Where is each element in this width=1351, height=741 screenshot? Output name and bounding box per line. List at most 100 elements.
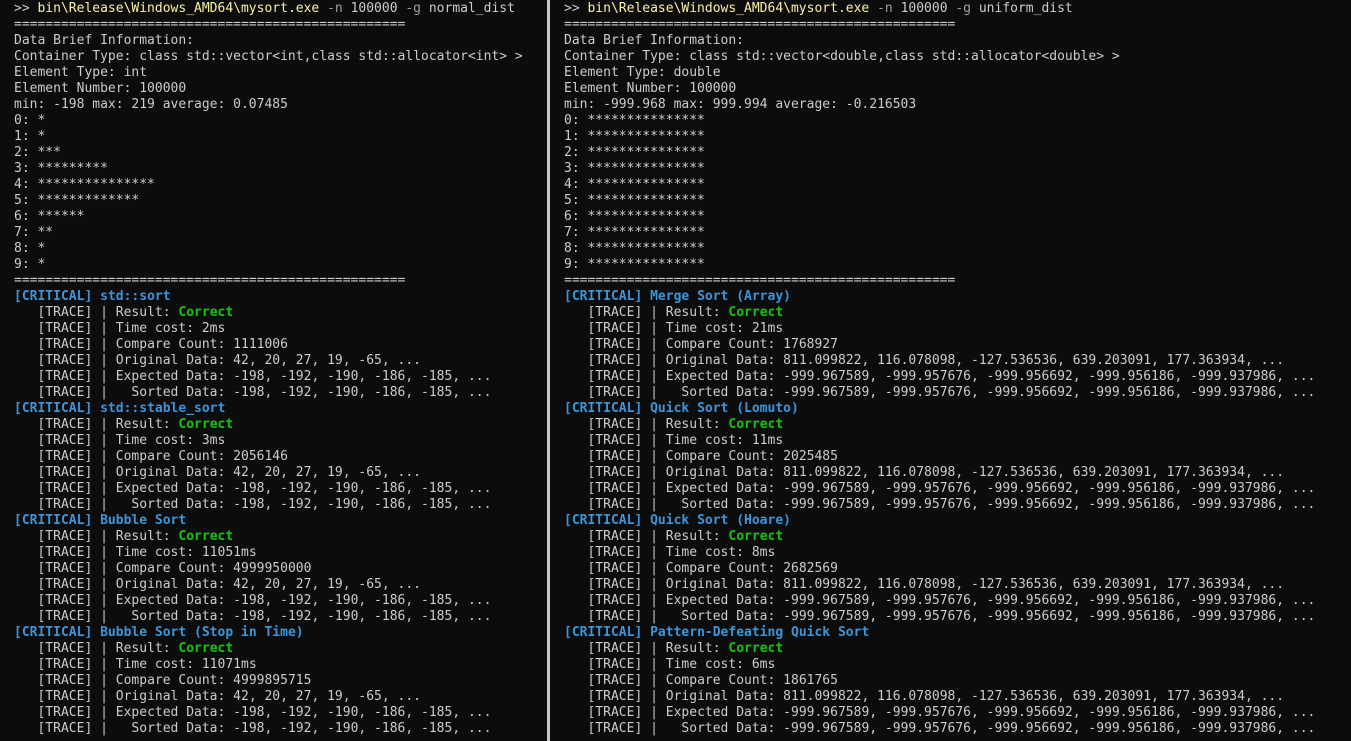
histogram-text: 1: *************** [564, 129, 705, 144]
trace-label: | Sorted Data: [100, 609, 234, 624]
command-executable: bin\Release\Windows_AMD64\mysort.exe [37, 1, 320, 16]
histogram-text: 0: *************** [564, 113, 705, 128]
info-text: Element Type: int [14, 65, 148, 80]
trace-label: | Original Data: [100, 465, 234, 480]
trace-label: | Expected Data: [650, 369, 784, 384]
trace-line: [TRACE] | Time cost: 11051ms [14, 545, 523, 561]
histogram-text: 4: *************** [14, 177, 155, 192]
command-value: uniform_dist [978, 1, 1073, 16]
trace-tag: [TRACE] [587, 497, 643, 512]
trace-label: | Time cost: [650, 657, 752, 672]
trace-line: [TRACE] | Compare Count: 2056146 [14, 449, 523, 465]
trace-tag: [TRACE] [587, 673, 643, 688]
trace-value: -198, -192, -190, -186, -185, ... [233, 593, 492, 608]
command-flag: -g [955, 1, 972, 16]
command-value: 100000 [350, 1, 398, 16]
algorithm-name: std::stable_sort [100, 401, 226, 416]
histogram-row: 3: *************** [564, 161, 1315, 177]
trace-value: Correct [728, 641, 784, 656]
command-line: >> bin\Release\Windows_AMD64\mysort.exe … [14, 1, 523, 17]
trace-value: -999.967589, -999.957676, -999.956692, -… [783, 497, 1316, 512]
trace-label: | Expected Data: [100, 369, 234, 384]
algorithm-name: Bubble Sort (Stop in Time) [100, 625, 304, 640]
trace-line: [TRACE] | Compare Count: 1111006 [14, 337, 523, 353]
info-line: Data Brief Information: [564, 33, 1315, 49]
trace-value: -999.967589, -999.957676, -999.956692, -… [783, 705, 1316, 720]
trace-label: | Time cost: [100, 433, 202, 448]
trace-label: | Original Data: [100, 353, 234, 368]
histogram-text: 0: * [14, 113, 46, 128]
trace-value: 11071ms [201, 657, 257, 672]
trace-value: 2025485 [783, 449, 838, 464]
trace-line: [TRACE] | Original Data: 811.099822, 116… [564, 577, 1315, 593]
trace-value: Correct [728, 529, 784, 544]
histogram-row: 6: ****** [14, 209, 523, 225]
trace-value: Correct [728, 305, 784, 320]
trace-line: [TRACE] | Result: Correct [14, 529, 523, 545]
info-line: Container Type: class std::vector<double… [564, 49, 1315, 65]
info-text: Element Number: 100000 [564, 81, 737, 96]
trace-line: [TRACE] | Result: Correct [564, 417, 1315, 433]
result-header: [CRITICAL] std::stable_sort [14, 401, 523, 417]
histogram-row: 3: ********* [14, 161, 523, 177]
prompt: >> [564, 1, 588, 16]
histogram-row: 7: ** [14, 225, 523, 241]
trace-tag: [TRACE] [587, 465, 643, 480]
terminal-pane-right[interactable]: >> bin\Release\Windows_AMD64\mysort.exe … [550, 0, 1351, 741]
trace-label: | Time cost: [100, 321, 202, 336]
trace-value: 42, 20, 27, 19, -65, ... [233, 689, 422, 704]
histogram-text: 9: * [14, 257, 46, 272]
trace-value: -999.967589, -999.957676, -999.956692, -… [783, 385, 1316, 400]
result-header: [CRITICAL] Quick Sort (Hoare) [564, 513, 1315, 529]
terminal-output: >> bin\Release\Windows_AMD64\mysort.exe … [14, 1, 523, 737]
histogram-text: 6: ****** [14, 209, 85, 224]
histogram-row: 6: *************** [564, 209, 1315, 225]
histogram-text: 5: *************** [564, 193, 705, 208]
trace-line: [TRACE] | Expected Data: -198, -192, -19… [14, 369, 523, 385]
trace-line: [TRACE] | Expected Data: -198, -192, -19… [14, 593, 523, 609]
result-header: [CRITICAL] Bubble Sort (Stop in Time) [14, 625, 523, 641]
info-text: Container Type: class std::vector<int,cl… [14, 49, 523, 64]
trace-line: [TRACE] | Sorted Data: -999.967589, -999… [564, 497, 1315, 513]
trace-label: | Result: [650, 641, 729, 656]
separator: ========================================… [564, 17, 956, 32]
info-line: min: -999.968 max: 999.994 average: -0.2… [564, 97, 1315, 113]
trace-value: 21ms [751, 321, 784, 336]
info-text: min: -198 max: 219 average: 0.07485 [14, 97, 288, 112]
result-header: [CRITICAL] Bubble Sort [14, 513, 523, 529]
terminal-pane-left[interactable]: >> bin\Release\Windows_AMD64\mysort.exe … [0, 0, 547, 741]
trace-line: [TRACE] | Compare Count: 2682569 [564, 561, 1315, 577]
trace-value: 8ms [751, 545, 776, 560]
trace-value: 11ms [751, 433, 784, 448]
trace-value: 42, 20, 27, 19, -65, ... [233, 577, 422, 592]
critical-tag: [CRITICAL] [564, 289, 643, 304]
trace-line: [TRACE] | Time cost: 21ms [564, 321, 1315, 337]
trace-value: 811.099822, 116.078098, -127.536536, 639… [783, 577, 1285, 592]
trace-line: [TRACE] | Sorted Data: -198, -192, -190,… [14, 497, 523, 513]
trace-label: | Result: [100, 305, 179, 320]
trace-value: 2056146 [233, 449, 288, 464]
trace-value: 1768927 [783, 337, 838, 352]
trace-label: | Time cost: [650, 321, 752, 336]
prompt: >> [14, 1, 38, 16]
trace-tag: [TRACE] [37, 433, 93, 448]
trace-tag: [TRACE] [587, 545, 643, 560]
histogram-row: 9: *************** [564, 257, 1315, 273]
trace-line: [TRACE] | Original Data: 811.099822, 116… [564, 689, 1315, 705]
trace-line: [TRACE] | Result: Correct [564, 529, 1315, 545]
trace-tag: [TRACE] [587, 657, 643, 672]
trace-tag: [TRACE] [37, 705, 93, 720]
command-executable: bin\Release\Windows_AMD64\mysort.exe [587, 1, 870, 16]
critical-tag: [CRITICAL] [564, 513, 643, 528]
trace-value: 4999950000 [233, 561, 312, 576]
trace-tag: [TRACE] [37, 673, 93, 688]
critical-tag: [CRITICAL] [14, 625, 93, 640]
command-flag: -g [405, 1, 422, 16]
info-text: Data Brief Information: [564, 33, 745, 48]
histogram-row: 0: * [14, 113, 523, 129]
trace-line: [TRACE] | Compare Count: 1768927 [564, 337, 1315, 353]
trace-line: [TRACE] | Result: Correct [14, 417, 523, 433]
trace-label: | Time cost: [650, 433, 752, 448]
command-flag: -n [877, 1, 893, 16]
command-flag: -n [327, 1, 343, 16]
